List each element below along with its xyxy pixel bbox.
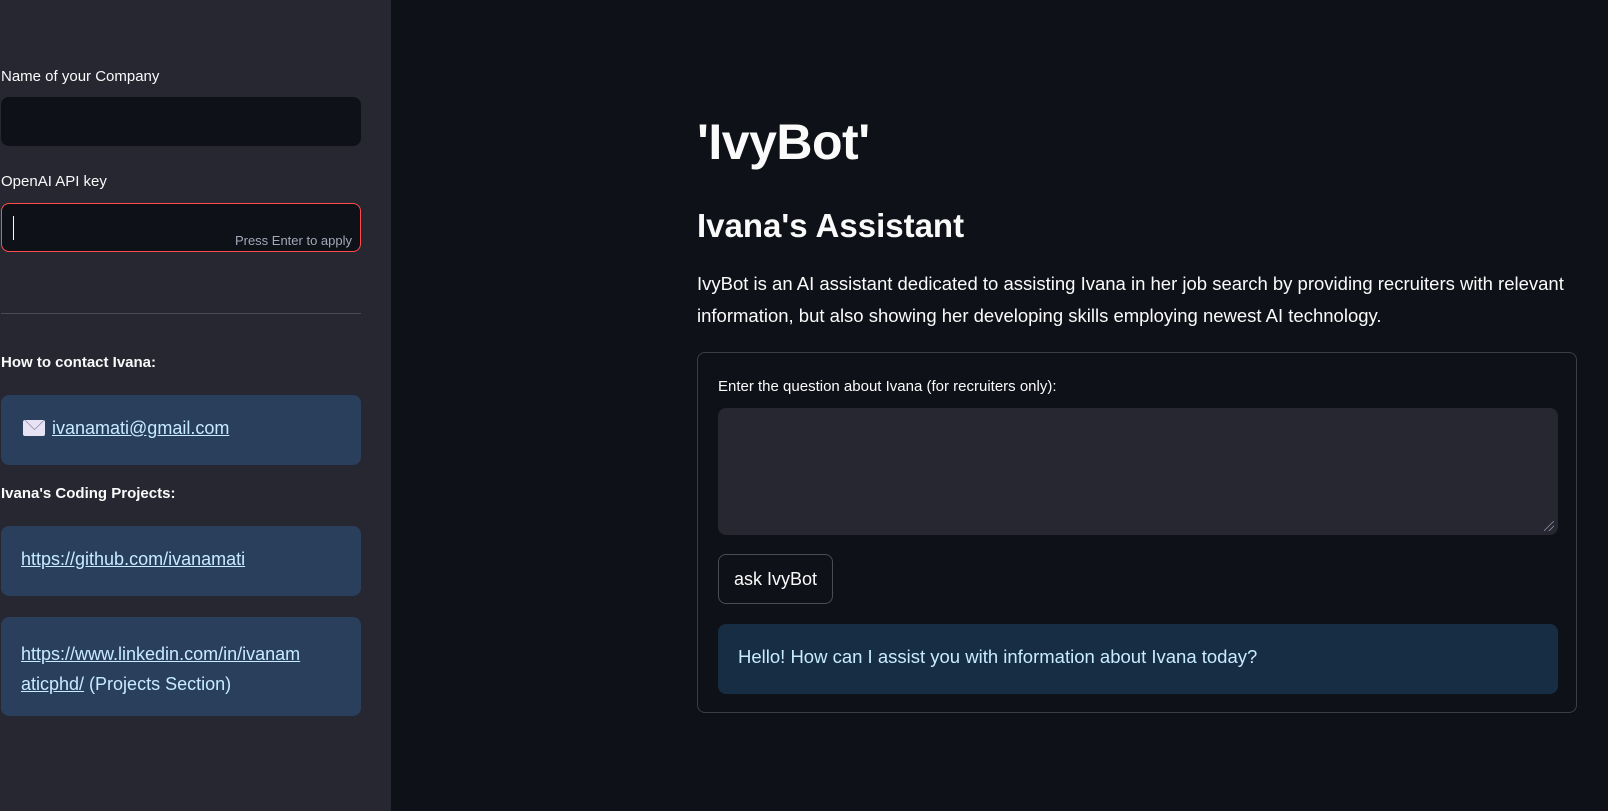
linkedin-link-line2: aticphd/	[21, 674, 85, 694]
question-textarea[interactable]	[718, 408, 1558, 535]
api-key-label: OpenAI API key	[1, 173, 107, 190]
question-form: Enter the question about Ivana (for recr…	[697, 352, 1577, 713]
page-title: 'IvyBot'	[697, 114, 870, 170]
description: IvyBot is an AI assistant dedicated to a…	[697, 273, 1564, 326]
contact-heading: How to contact Ivana:	[1, 354, 157, 371]
bot-reply: Hello! How can I assist you with informa…	[718, 624, 1558, 694]
page-subtitle: Ivana's Assistant	[697, 207, 965, 244]
linkedin-suffix: (Projects Section)	[84, 674, 232, 694]
text-caret	[13, 216, 14, 240]
github-info-box: https://github.com/ivanamati	[1, 526, 361, 596]
press-enter-hint: Press Enter to apply	[234, 233, 352, 248]
projects-heading: Ivana's Coding Projects:	[1, 485, 176, 502]
sidebar: Name of your Company OpenAI API key Pres…	[0, 0, 391, 811]
envelope-icon	[23, 420, 45, 436]
email-link[interactable]: ivanamati@gmail.com	[52, 418, 229, 438]
ask-ivybot-button[interactable]: ask IvyBot	[718, 554, 834, 604]
company-name-input[interactable]	[1, 97, 361, 146]
linkedin-link-line1: https://www.linkedin.com/in/ivanam	[21, 644, 301, 664]
company-name-label: Name of your Company	[1, 68, 160, 85]
sidebar-divider	[1, 313, 361, 314]
email-info-box: ivanamati@gmail.com	[1, 395, 361, 465]
api-key-input[interactable]: Press Enter to apply	[1, 203, 361, 252]
linkedin-info-box: https://www.linkedin.com/in/ivanam aticph…	[1, 617, 361, 716]
question-label: Enter the question about Ivana (for recr…	[718, 378, 1057, 395]
github-link[interactable]: https://github.com/ivanamati	[21, 549, 245, 569]
resize-handle-icon[interactable]	[1544, 521, 1554, 531]
